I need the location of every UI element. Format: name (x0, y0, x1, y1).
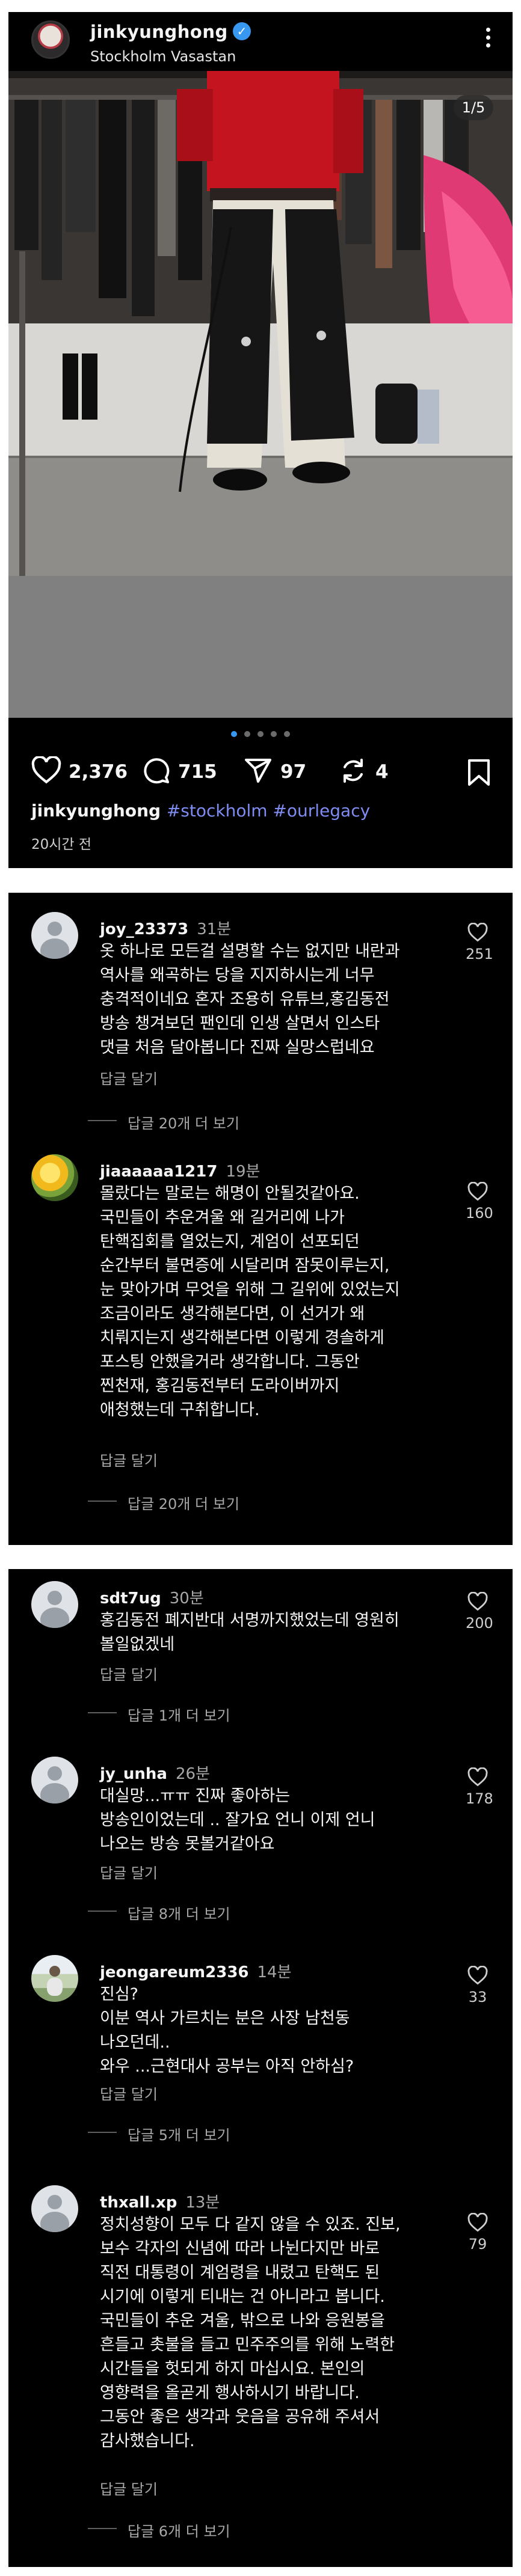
repost-icon (344, 759, 363, 783)
comment-like-button[interactable]: 251 (466, 923, 493, 962)
comment-button[interactable]: 715 (141, 753, 231, 789)
image-counter: 1/5 (454, 95, 493, 120)
comment-text: 홍김동전 폐지반대 서명까지했었는데 영원히 볼일없겠네 (100, 1611, 399, 1654)
comment-count: 715 (178, 761, 217, 783)
comment-like-button[interactable]: 178 (466, 1767, 493, 1807)
post-location[interactable]: Stockholm Vasastan (90, 48, 236, 65)
comments-card-2: sdt7ug 30분 홍김동전 폐지반대 서명까지했었는데 영원히 볼일없겠네 2… (8, 1569, 513, 2567)
heart-icon (467, 1966, 488, 1985)
share-icon (245, 759, 271, 783)
comment-text: 정치성향이 모두 다 같지 않을 수 있죠. 진보, 보수 각자의 신념에 따라… (100, 2215, 401, 2450)
heart-icon (467, 1592, 488, 1611)
comment-username[interactable]: jiaaaaaa1217 19분 (100, 1159, 260, 1181)
share-button[interactable]: 97 (243, 753, 321, 789)
profile-avatar[interactable] (31, 20, 70, 59)
like-button[interactable]: 2,376 (31, 753, 128, 789)
view-replies-button[interactable]: 답글 20개 더 보기 (88, 1492, 239, 1513)
like-count: 2,376 (69, 761, 128, 783)
bookmark-icon (468, 759, 490, 786)
post-username[interactable]: jinkyunghong (90, 22, 228, 42)
carousel-indicator (8, 731, 513, 739)
heart-icon (467, 1767, 488, 1787)
view-replies-button[interactable]: 답글 1개 더 보기 (88, 1704, 230, 1725)
commenter-avatar[interactable] (31, 1757, 78, 1804)
comment-like-button[interactable]: 200 (466, 1592, 493, 1632)
comment-item: jeongareum2336 14분 진심? 이분 역사 가르치는 분은 사장 남… (8, 1955, 513, 2159)
comment-like-count: 160 (466, 1205, 493, 1222)
comments-card-1: joy_23373 31분 옷 하나로 모든걸 설명할 수는 없지만 내란과 역사… (8, 893, 513, 1545)
view-replies-button[interactable]: 답글 20개 더 보기 (88, 1112, 239, 1133)
post-actions: 2,376 715 97 4 (8, 753, 513, 789)
share-count: 97 (280, 761, 307, 783)
view-replies-button[interactable]: 답글 6개 더 보기 (88, 2519, 230, 2541)
comment-username[interactable]: thxall.xp 13분 (100, 2190, 220, 2212)
more-options-icon[interactable] (484, 25, 492, 52)
commenter-avatar[interactable] (31, 1955, 78, 2002)
carousel-dot-4 (271, 731, 277, 737)
comment-item: sdt7ug 30분 홍김동전 폐지반대 서명까지했었는데 영원히 볼일없겠네 2… (8, 1581, 513, 1743)
comment-like-count: 33 (468, 1989, 487, 2005)
post-image[interactable]: 1/5 (8, 71, 513, 718)
comment-time: 30분 (169, 1589, 204, 1608)
comment-text: 진심? 이분 역사 가르치는 분은 사장 남천동 나오던데.. 와우 ...근현… (100, 1985, 354, 2076)
comment-time: 14분 (257, 1963, 292, 1981)
comment-icon (144, 758, 170, 784)
caption-hashtags[interactable]: #stockholm #ourlegacy (167, 801, 370, 821)
comment-username[interactable]: jeongareum2336 14분 (100, 1960, 292, 1982)
post-caption: jinkyunghong #stockholm #ourlegacy (31, 801, 370, 821)
view-replies-button[interactable]: 답글 5개 더 보기 (88, 2123, 230, 2144)
carousel-dot-3 (257, 731, 264, 737)
heart-icon (467, 923, 488, 942)
comment-time: 31분 (197, 920, 232, 938)
post-card: jinkyunghong ✓ Stockholm Vasastan 1/5 2,… (8, 12, 513, 868)
comment-text: 몰랐다는 말로는 해명이 안될것같아요. 국민들이 추운겨울 왜 길거리에 나가… (100, 1184, 400, 1419)
comment-like-count: 200 (466, 1615, 493, 1632)
heart-icon (31, 756, 61, 784)
reply-button[interactable]: 답글 달기 (100, 1663, 158, 1684)
commenter-avatar[interactable] (31, 1581, 78, 1628)
comment-item: jiaaaaaa1217 19분 몰랐다는 말로는 해명이 안될것같아요. 국민들… (8, 1154, 513, 1539)
reply-button[interactable]: 답글 달기 (100, 2477, 158, 2498)
comment-item: thxall.xp 13분 정치성향이 모두 다 같지 않을 수 있죠. 진보, … (8, 2185, 513, 2558)
comment-like-button[interactable]: 33 (466, 1966, 490, 2005)
reply-button[interactable]: 답글 달기 (100, 1067, 158, 1088)
commenter-avatar[interactable] (31, 912, 78, 959)
heart-icon (467, 2213, 488, 2232)
comment-text: 대실망...ㅠㅠ 진짜 좋아하는 방송인이었는데 .. 잘가요 언니 이제 언니… (100, 1787, 375, 1853)
comment-like-count: 251 (466, 946, 493, 962)
commenter-avatar[interactable] (31, 1154, 78, 1201)
reply-button[interactable]: 답글 달기 (100, 2082, 158, 2103)
caption-username[interactable]: jinkyunghong (31, 801, 161, 821)
verified-badge-icon: ✓ (233, 22, 251, 40)
comment-like-button[interactable]: 79 (466, 2213, 490, 2253)
comment-time: 19분 (226, 1163, 260, 1181)
carousel-dot-5 (284, 731, 290, 737)
comment-like-button[interactable]: 160 (466, 1182, 493, 1222)
comment-time: 26분 (175, 1765, 210, 1783)
comment-username[interactable]: jy_unha 26분 (100, 1761, 210, 1784)
post-time: 20시간 전 (31, 837, 92, 852)
comment-text: 옷 하나로 모든걸 설명할 수는 없지만 내란과 역사를 왜곡하는 당을 지지하… (100, 942, 400, 1057)
comment-like-count: 79 (468, 2236, 487, 2253)
comment-item: jy_unha 26분 대실망...ㅠㅠ 진짜 좋아하는 방송인이었는데 .. 잘… (8, 1757, 513, 1937)
carousel-dot-1 (231, 731, 237, 737)
reply-button[interactable]: 답글 달기 (100, 1861, 158, 1882)
comment-username[interactable]: sdt7ug 30분 (100, 1586, 204, 1608)
comment-username[interactable]: joy_23373 31분 (100, 917, 231, 939)
repost-count: 4 (375, 761, 389, 783)
post-header: jinkyunghong ✓ Stockholm Vasastan (8, 12, 513, 71)
comment-time: 13분 (185, 2194, 220, 2212)
carousel-dot-2 (244, 731, 250, 737)
reply-button[interactable]: 답글 달기 (100, 1449, 158, 1470)
commenter-avatar[interactable] (31, 2185, 78, 2232)
view-replies-button[interactable]: 답글 8개 더 보기 (88, 1902, 230, 1923)
repost-button[interactable]: 4 (338, 753, 404, 789)
comment-like-count: 178 (466, 1790, 493, 1807)
heart-icon (467, 1182, 488, 1201)
comment-item: joy_23373 31분 옷 하나로 모든걸 설명할 수는 없지만 내란과 역사… (8, 912, 513, 1176)
